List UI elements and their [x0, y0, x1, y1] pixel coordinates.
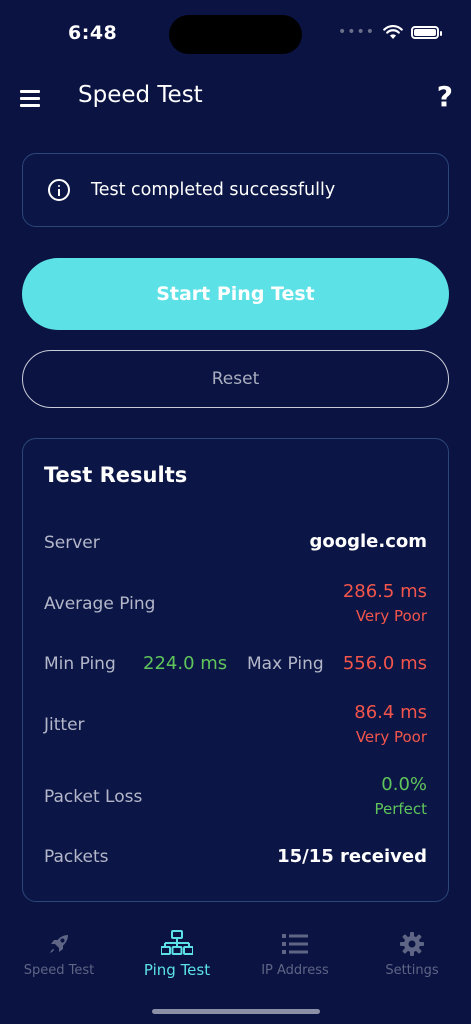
start-ping-test-button[interactable]: Start Ping Test — [22, 258, 449, 330]
menu-icon[interactable] — [20, 90, 40, 107]
min-ping-label: Min Ping — [44, 654, 116, 674]
dynamic-island — [169, 15, 302, 54]
app-header: Speed Test ? — [0, 70, 471, 126]
nav-item-speed-test[interactable]: Speed Test — [0, 930, 118, 978]
status-message: Test completed successfully — [91, 180, 336, 200]
nav-label-speed-test: Speed Test — [23, 963, 95, 978]
average-ping-value: 286.5 ms — [342, 581, 427, 602]
jitter-quality: Very Poor — [355, 728, 427, 746]
packets-label: Packets — [44, 847, 109, 867]
server-label: Server — [44, 533, 100, 553]
status-time: 6:48 — [68, 22, 118, 44]
min-ping-value: 224.0 ms — [143, 653, 228, 674]
status-bar: 6:48 •••• — [0, 0, 471, 70]
nav-item-settings[interactable]: Settings — [353, 930, 471, 978]
help-icon[interactable]: ? — [437, 80, 453, 113]
packets-value: 15/15 received — [277, 846, 427, 867]
status-banner: Test completed successfully — [22, 153, 449, 227]
packet-loss-value: 0.0% — [381, 774, 427, 795]
average-ping-quality: Very Poor — [355, 607, 427, 625]
max-ping-label: Max Ping — [247, 654, 324, 674]
nav-label-settings: Settings — [385, 963, 439, 978]
signal-dots-icon: •••• — [337, 24, 375, 40]
reset-button[interactable]: Reset — [22, 350, 449, 408]
average-ping-label: Average Ping — [44, 594, 156, 614]
status-indicators: •••• — [337, 24, 442, 40]
info-icon — [48, 179, 70, 201]
battery-icon — [411, 25, 442, 39]
nav-item-ping-test[interactable]: Ping Test — [118, 930, 236, 979]
jitter-label: Jitter — [44, 715, 85, 735]
nav-label-ip-address: IP Address — [261, 963, 329, 978]
jitter-value: 86.4 ms — [354, 702, 427, 723]
wifi-icon — [383, 24, 403, 39]
server-value: google.com — [309, 531, 427, 552]
rocket-icon — [50, 935, 68, 953]
packet-loss-label: Packet Loss — [44, 787, 143, 807]
test-results-card: Test Results Server google.com Average P… — [22, 438, 449, 902]
results-title: Test Results — [44, 463, 188, 487]
network-icon — [161, 930, 193, 955]
packet-loss-quality: Perfect — [374, 800, 427, 818]
nav-item-ip-address[interactable]: IP Address — [236, 930, 354, 978]
max-ping-value: 556.0 ms — [342, 653, 427, 674]
list-icon — [282, 934, 308, 954]
page-title: Speed Test — [78, 82, 203, 108]
nav-label-ping-test: Ping Test — [143, 961, 211, 979]
home-indicator — [152, 1009, 320, 1014]
gear-icon — [400, 932, 424, 956]
